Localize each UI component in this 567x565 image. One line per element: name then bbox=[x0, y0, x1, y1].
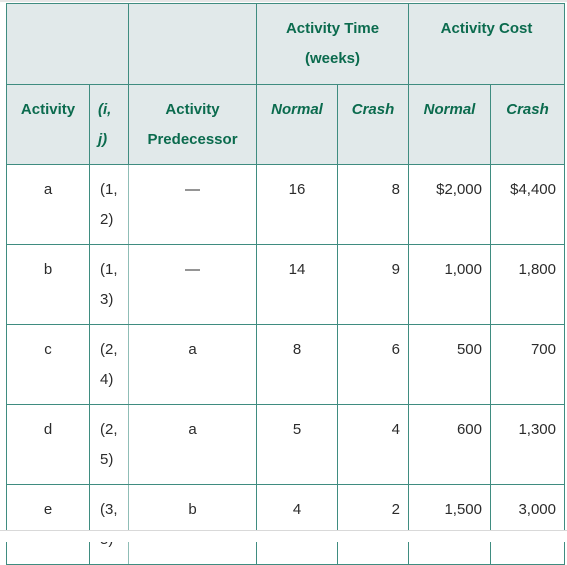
header-predecessor: Activity Predecessor bbox=[128, 84, 257, 165]
cell-predecessor: — bbox=[128, 164, 257, 245]
header-activity-cost: Activity Cost bbox=[408, 3, 565, 85]
cell-time-crash: 2 bbox=[337, 484, 409, 565]
cell-predecessor: a bbox=[128, 324, 257, 405]
cell-activity: b bbox=[6, 244, 90, 325]
cell-predecessor: a bbox=[128, 404, 257, 485]
cell-time-normal: 8 bbox=[256, 324, 338, 405]
header-time-crash: Crash bbox=[337, 84, 409, 165]
cell-time-normal: 4 bbox=[256, 484, 338, 565]
cell-activity: d bbox=[6, 404, 90, 485]
cell-cost-normal: 600 bbox=[408, 404, 491, 485]
cell-activity: c bbox=[6, 324, 90, 405]
table-row: b (1, 3) — 14 9 1,000 1,800 bbox=[6, 244, 565, 325]
cell-cost-crash: 3,000 bbox=[490, 484, 565, 565]
cell-ij: (2, 5) bbox=[89, 404, 129, 485]
cell-cost-normal: 500 bbox=[408, 324, 491, 405]
header-cost-normal: Normal bbox=[408, 84, 491, 165]
cell-cost-crash: 1,300 bbox=[490, 404, 565, 485]
cell-cost-normal: $2,000 bbox=[408, 164, 491, 245]
cell-time-normal: 14 bbox=[256, 244, 338, 325]
cell-time-crash: 9 bbox=[337, 244, 409, 325]
cell-time-crash: 4 bbox=[337, 404, 409, 485]
cell-predecessor: — bbox=[128, 244, 257, 325]
header-time-normal: Normal bbox=[256, 84, 338, 165]
cell-ij: (1, 2) bbox=[89, 164, 129, 245]
table-row: e (3, 5) b 4 2 1,500 3,000 bbox=[6, 484, 565, 565]
header-cost-crash: Crash bbox=[490, 84, 565, 165]
header-blank-2 bbox=[128, 3, 257, 85]
cell-cost-normal: 1,000 bbox=[408, 244, 491, 325]
cell-ij: (3, 5) bbox=[89, 484, 129, 565]
cell-cost-normal: 1,500 bbox=[408, 484, 491, 565]
header-row-group: Activity Time (weeks) Activity Cost bbox=[6, 3, 565, 85]
cell-time-normal: 5 bbox=[256, 404, 338, 485]
header-row-columns: Activity (i, j) Activity Predecessor Nor… bbox=[6, 84, 565, 165]
cell-time-crash: 8 bbox=[337, 164, 409, 245]
cell-activity: e bbox=[6, 484, 90, 565]
cell-ij: (1, 3) bbox=[89, 244, 129, 325]
header-ij: (i, j) bbox=[89, 84, 129, 165]
cell-ij: (2, 4) bbox=[89, 324, 129, 405]
top-divider bbox=[0, 0, 567, 2]
cell-cost-crash: $4,400 bbox=[490, 164, 565, 245]
table-row: c (2, 4) a 8 6 500 700 bbox=[6, 324, 565, 405]
header-activity: Activity bbox=[6, 84, 90, 165]
bottom-cutoff bbox=[0, 530, 567, 542]
header-blank-1 bbox=[6, 3, 129, 85]
table-row: d (2, 5) a 5 4 600 1,300 bbox=[6, 404, 565, 485]
cell-cost-crash: 700 bbox=[490, 324, 565, 405]
table-row: a (1, 2) — 16 8 $2,000 $4,400 bbox=[6, 164, 565, 245]
cell-time-normal: 16 bbox=[256, 164, 338, 245]
cell-cost-crash: 1,800 bbox=[490, 244, 565, 325]
cell-activity: a bbox=[6, 164, 90, 245]
cell-predecessor: b bbox=[128, 484, 257, 565]
cell-time-crash: 6 bbox=[337, 324, 409, 405]
crash-cost-table: Activity Time (weeks) Activity Cost Acti… bbox=[6, 3, 565, 565]
header-activity-time: Activity Time (weeks) bbox=[256, 3, 409, 85]
